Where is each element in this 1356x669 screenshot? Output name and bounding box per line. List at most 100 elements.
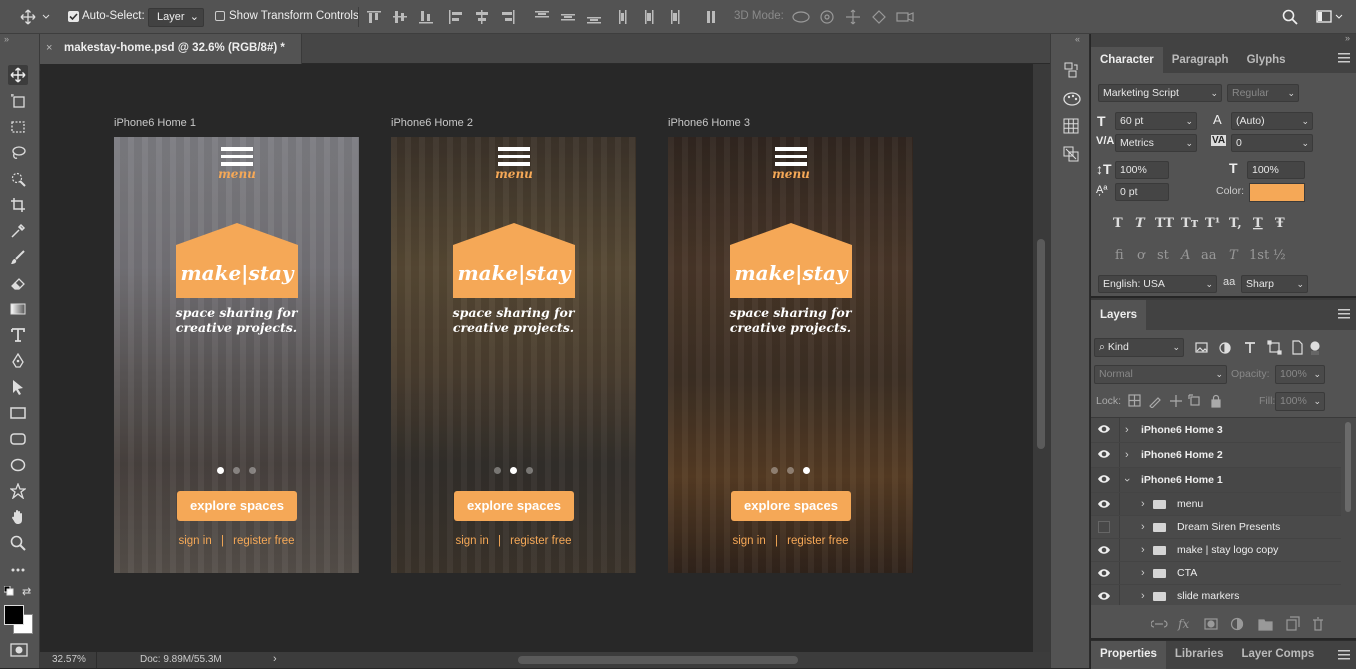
swatches-icon[interactable]	[1063, 91, 1081, 107]
3d-tools-icons[interactable]	[791, 9, 916, 25]
move-tool-icon[interactable]	[8, 65, 28, 85]
artboard[interactable]: menu make|stay space sharing for creativ…	[668, 137, 913, 573]
slide-dot[interactable]	[494, 467, 501, 474]
status-menu-arrow-icon[interactable]: ›	[273, 653, 277, 665]
slide-dot[interactable]	[803, 467, 810, 474]
visibility-off-box[interactable]	[1098, 521, 1110, 533]
more-tools-icon[interactable]	[8, 559, 28, 579]
tab-libraries[interactable]: Libraries	[1166, 641, 1233, 669]
layer-row[interactable]: › CTA	[1091, 562, 1341, 585]
register-free-link[interactable]: register free	[233, 535, 294, 547]
grid-icon[interactable]	[1063, 118, 1079, 134]
chevron-down-icon[interactable]: ›	[1115, 478, 1139, 482]
chevron-right-icon[interactable]: ›	[1141, 539, 1145, 561]
font-style-dropdown[interactable]: Regular ⌄	[1227, 84, 1299, 102]
lasso-tool-icon[interactable]	[8, 143, 28, 163]
vertical-scale-field[interactable]: 100%	[1115, 161, 1169, 179]
artboard-label[interactable]: iPhone6 Home 2	[391, 117, 473, 129]
slide-dot[interactable]	[233, 467, 240, 474]
artboard-tool-icon[interactable]	[8, 91, 28, 111]
workspace-icon[interactable]	[1316, 9, 1344, 25]
menu-button[interactable]: menu	[772, 147, 810, 180]
sign-in-link[interactable]: sign in	[732, 535, 765, 547]
layers-scrollbar[interactable]	[1344, 418, 1352, 605]
chevron-right-icon[interactable]: ›	[1141, 493, 1145, 515]
auto-select-dropdown[interactable]: Layer ⌄	[148, 8, 204, 27]
baseline-shift-field[interactable]: 0 pt	[1115, 183, 1169, 201]
layer-row[interactable]: › make | stay logo copy	[1091, 539, 1341, 562]
close-icon[interactable]: ×	[46, 42, 52, 54]
vertical-scrollbar[interactable]	[1033, 64, 1050, 652]
fill-field[interactable]: 100% ⌄	[1275, 392, 1325, 411]
eye-icon[interactable]	[1097, 566, 1111, 580]
collapse-icon[interactable]: »	[1345, 33, 1350, 43]
tab-paragraph[interactable]: Paragraph	[1163, 47, 1238, 73]
artboard-label[interactable]: iPhone6 Home 3	[668, 117, 750, 129]
layer-actions-bar[interactable]: fx	[1151, 616, 1331, 632]
text-color-swatch[interactable]	[1249, 183, 1305, 202]
explore-spaces-button[interactable]: explore spaces	[454, 491, 574, 521]
hand-tool-icon[interactable]	[8, 507, 28, 527]
auto-select-checkbox[interactable]	[68, 11, 79, 22]
tab-properties[interactable]: Properties	[1091, 641, 1166, 669]
slide-dot[interactable]	[249, 467, 256, 474]
type-style-buttons[interactable]: T T TT Tт T¹ T, T Ŧ	[1113, 214, 1303, 230]
slide-dot[interactable]	[771, 467, 778, 474]
default-colors-icon[interactable]	[4, 586, 14, 596]
eye-icon[interactable]	[1097, 589, 1111, 603]
layer-row[interactable]: › Dream Siren Presents	[1091, 516, 1341, 539]
collapse-icon[interactable]: «	[1075, 34, 1080, 44]
antialias-dropdown[interactable]: Sharp ⌄	[1241, 275, 1308, 293]
custom-shape-tool-icon[interactable]	[8, 481, 28, 501]
menu-button[interactable]: menu	[218, 147, 256, 180]
tab-layers[interactable]: Layers	[1091, 300, 1147, 330]
slide-dot[interactable]	[510, 467, 517, 474]
pen-tool-icon[interactable]	[8, 351, 28, 371]
blend-mode-dropdown[interactable]: Normal ⌄	[1094, 365, 1227, 384]
register-free-link[interactable]: register free	[510, 535, 571, 547]
swap-colors-icon[interactable]: ⇄	[22, 585, 31, 598]
tracking-field[interactable]: 0 ⌄	[1231, 134, 1313, 152]
slide-dot[interactable]	[787, 467, 794, 474]
layer-row[interactable]: › iPhone6 Home 2	[1091, 443, 1341, 468]
zoom-level[interactable]: 32.57%	[52, 654, 86, 665]
paragraph-styles-icon[interactable]	[1063, 146, 1079, 162]
ellipse-tool-icon[interactable]	[8, 455, 28, 475]
chevron-right-icon[interactable]: ›	[1141, 562, 1145, 584]
tab-layer-comps[interactable]: Layer Comps	[1232, 641, 1323, 669]
layers-scroll-thumb[interactable]	[1345, 422, 1351, 512]
search-icon[interactable]	[1282, 9, 1298, 25]
artboard[interactable]: menu make|stay space sharing for creativ…	[114, 137, 359, 573]
artboard-label[interactable]: iPhone6 Home 1	[114, 117, 196, 129]
crop-tool-icon[interactable]	[8, 195, 28, 215]
eyedropper-tool-icon[interactable]	[8, 221, 28, 241]
opacity-field[interactable]: 100% ⌄	[1275, 365, 1325, 384]
collapse-icon[interactable]: »	[4, 34, 9, 44]
sign-in-link[interactable]: sign in	[178, 535, 211, 547]
panel-menu-icon[interactable]	[1338, 650, 1350, 660]
eye-icon[interactable]	[1097, 422, 1111, 436]
tab-character[interactable]: Character	[1091, 47, 1163, 73]
kerning-field[interactable]: Metrics ⌄	[1115, 134, 1197, 152]
zoom-tool-icon[interactable]	[8, 533, 28, 553]
layer-row[interactable]: › menu	[1091, 493, 1341, 516]
history-icon[interactable]	[1063, 62, 1079, 78]
layer-row[interactable]: › slide markers	[1091, 585, 1341, 605]
quick-mask-icon[interactable]	[10, 643, 28, 657]
horizontal-scroll-thumb[interactable]	[518, 656, 798, 664]
opentype-buttons[interactable]: ﬁ ơ st Aaa T 1st ½	[1115, 246, 1305, 262]
layer-row[interactable]: › iPhone6 Home 3	[1091, 418, 1341, 443]
language-dropdown[interactable]: English: USA ⌄	[1098, 275, 1217, 293]
vertical-scroll-thumb[interactable]	[1037, 239, 1045, 449]
canvas[interactable]: iPhone6 Home 1 menu make|stay space shar…	[40, 64, 1033, 652]
chevron-right-icon[interactable]: ›	[1141, 516, 1145, 538]
move-tool-preset-icon[interactable]	[20, 9, 50, 25]
font-family-dropdown[interactable]: Marketing Script ⌄	[1098, 84, 1222, 102]
sign-in-link[interactable]: sign in	[455, 535, 488, 547]
eraser-tool-icon[interactable]	[8, 273, 28, 293]
type-tool-icon[interactable]	[8, 325, 28, 345]
quick-selection-tool-icon[interactable]	[8, 169, 28, 189]
layer-kind-filter[interactable]: ⌕ Kind ⌄	[1094, 338, 1184, 357]
font-size-field[interactable]: 60 pt ⌄	[1115, 112, 1197, 130]
lock-icons[interactable]	[1128, 394, 1228, 408]
